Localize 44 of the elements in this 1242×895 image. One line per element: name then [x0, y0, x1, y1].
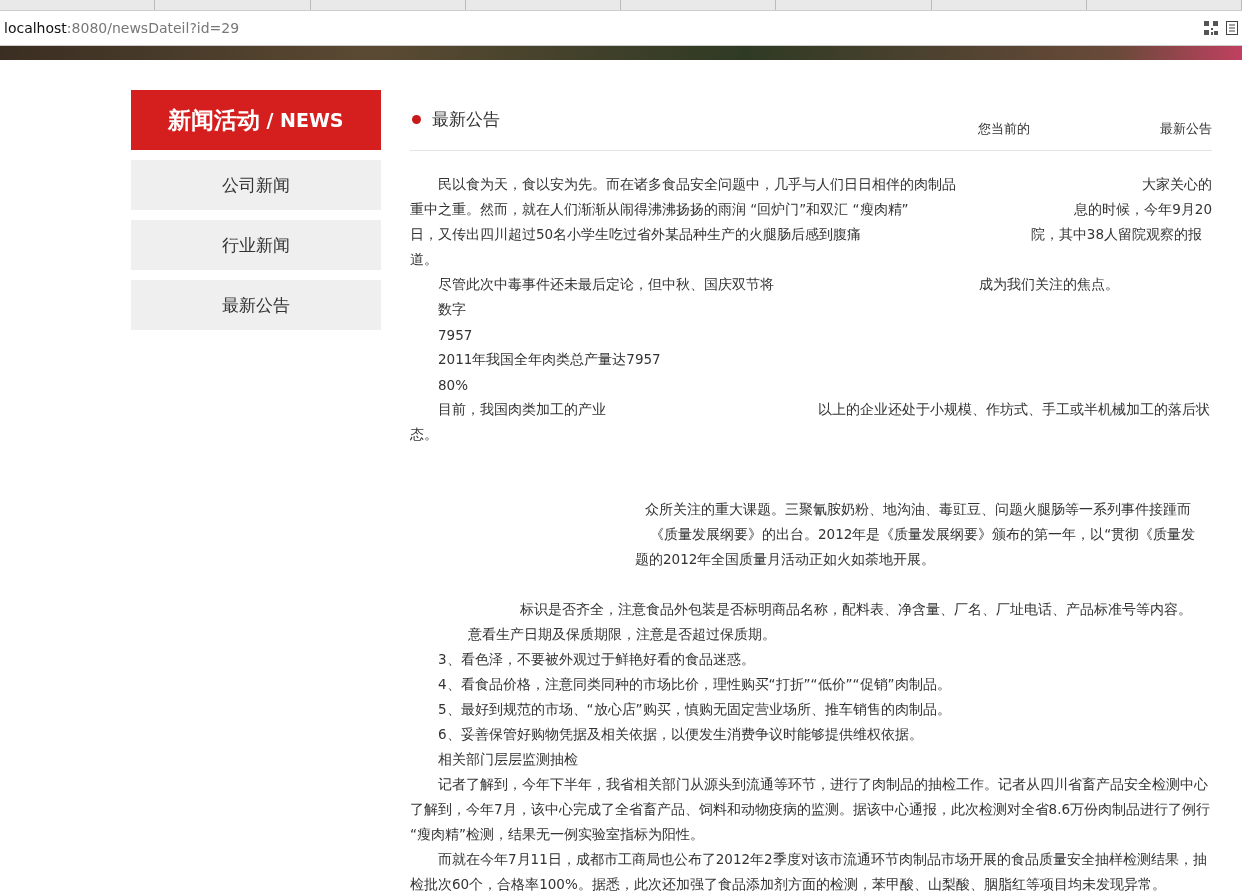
sidebar-item[interactable]: 行业新闻: [131, 220, 381, 270]
reader-icon[interactable]: [1226, 21, 1238, 35]
address-path: :8080/newsDateil?id=29: [66, 20, 240, 36]
article-text: 尽管此次中毒事件还未最后定论，但中秋、国庆双节将: [438, 275, 774, 294]
article-text: 4、看食品价格，注意同类同种的市场比价，理性购买“打折”“低价”“促销”肉制品。: [438, 675, 951, 694]
article-text: 重中之重。然而，就在人们渐渐从闹得沸沸扬扬的雨润 “回炉门”和双汇 “瘦肉精”: [410, 200, 909, 219]
breadcrumb-label: 您当前的: [978, 120, 1030, 138]
article-text: 意看生产日期及保质期限，注意是否超过保质期。: [468, 625, 776, 644]
article-text: 7957: [438, 326, 473, 343]
sidebar-title: 新闻活动: [168, 105, 261, 135]
article-title: 最新公告: [432, 107, 500, 131]
sidebar-item[interactable]: 最新公告: [131, 280, 381, 330]
article-text: 道。: [410, 250, 438, 269]
article-text: 3、看色泽，不要被外观过于鲜艳好看的食品迷惑。: [438, 650, 755, 669]
article-text: 题的2012年全国质量月活动正如火如荼地开展。: [635, 550, 936, 569]
article-text: 成为我们关注的焦点。: [979, 275, 1120, 294]
article-text: 标识是否齐全，注意食品外包装是否标明商品名称，配料表、净含量、厂名、厂址电话、产品标准号等内容。: [520, 600, 1192, 619]
article-text: 记者了解到，今年下半年，我省相关部门从源头到流通等环节，进行了肉制品的抽检工作。记者从四川省畜产品安全检测中心: [438, 775, 1208, 794]
article-text: 80%: [438, 376, 468, 393]
bullet-dot-icon: [412, 114, 421, 124]
article-text: 以上的企业还处于小规模、作坊式、手工或半机械加工的落后状: [818, 400, 1211, 419]
article-text: 息的时候，今年9月20: [1074, 200, 1212, 219]
article-text: “瘦肉精”检测，结果无一例实验室指标为阳性。: [410, 825, 704, 844]
address-host: localhost: [4, 20, 67, 36]
article-text: 大家关心的: [1142, 175, 1212, 194]
article-text: 众所关注的重大课题。三聚氰胺奶粉、地沟油、毒豇豆、问题火腿肠等一系列事件接踵而: [645, 500, 1191, 519]
article-text: 《质量发展纲要》的出台。2012年是《质量发展纲要》颁布的第一年，以“贯彻《质量发: [650, 525, 1196, 544]
article-text: 目前，我国肉类加工的产业: [438, 400, 606, 419]
sidebar-item[interactable]: 公司新闻: [131, 160, 381, 210]
qr-code-icon[interactable]: [1204, 21, 1218, 35]
article-text: 了解到，今年7月，该中心完成了全省畜产品、饲料和动物疫病的监测。据该中心通报，此次检测对全省8.6万份肉制品进行了例行: [410, 800, 1211, 819]
article-text: 检批次60个，合格率100%。据悉，此次还加强了食品添加剂方面的检测，苯甲酸、山梨酸、胭脂红等项目均未发现异常。: [410, 875, 1166, 894]
article-text: 5、最好到规范的市场、“放心店”购买，慎购无固定营业场所、推车销售的肉制品。: [438, 700, 951, 719]
sidebar-subtitle: / NEWS: [266, 109, 344, 131]
article-text: 数字: [438, 300, 466, 319]
article-text: 院，其中38人留院观察的报: [1030, 225, 1203, 244]
article-text: 民以食为天，食以安为先。而在诸多食品安全问题中，几乎与人们日日相伴的肉制品: [438, 175, 956, 194]
article-text: 日，又传出四川超过50名小学生吃过省外某品种生产的火腿肠后感到腹痛: [410, 225, 862, 244]
article-text: 相关部门层层监测抽检: [438, 750, 578, 769]
article-text: 而就在今年7月11日，成都市工商局也公布了2012年2季度对该市流通环节肉制品市场开展的食品质量安全抽样检测结果，抽: [438, 850, 1207, 869]
article-text: 2011年我国全年肉类总产量达7957: [438, 350, 661, 369]
article-text: 态。: [410, 425, 438, 444]
article-text: 6、妥善保管好购物凭据及相关依据，以便发生消费争议时能够提供维权依据。: [438, 725, 923, 744]
breadcrumb-link[interactable]: 最新公告: [1160, 120, 1212, 138]
